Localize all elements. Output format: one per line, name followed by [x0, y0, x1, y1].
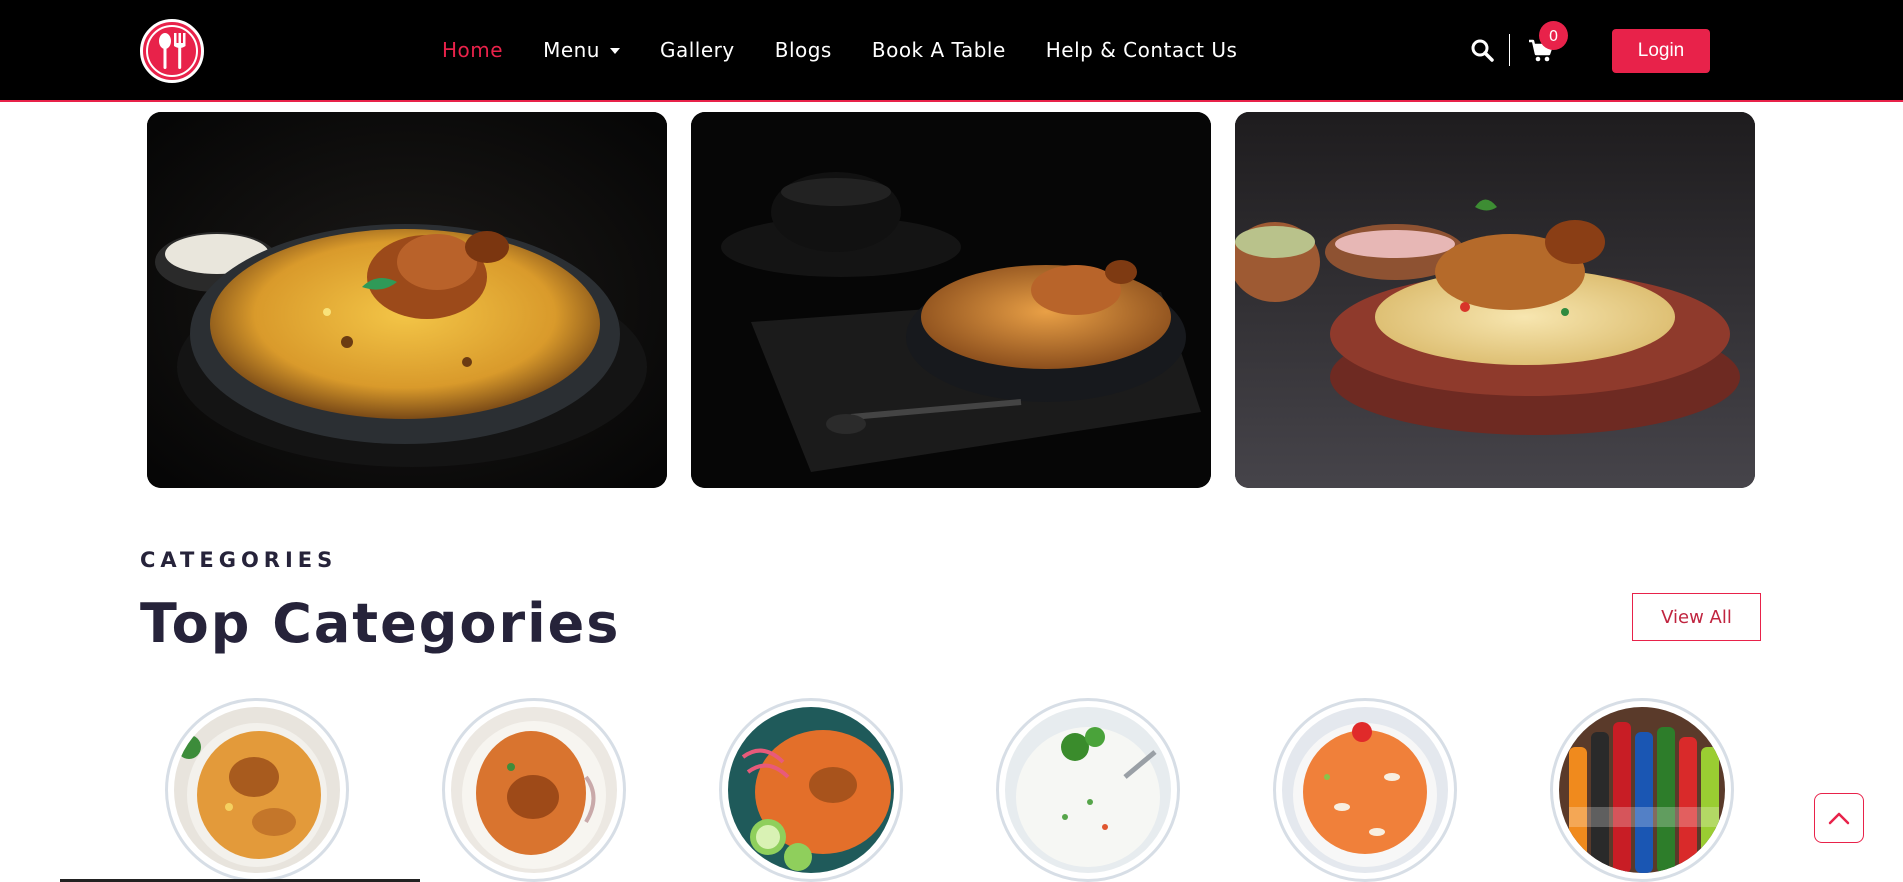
biryani-image [451, 707, 617, 873]
header-divider [1509, 34, 1510, 66]
chevron-up-icon [1828, 812, 1850, 825]
site-header: Home Menu Gallery Blogs Book A Table Hel… [0, 0, 1903, 102]
biryani-clay-dish-image [1235, 112, 1755, 488]
main-nav: Home Menu Gallery Blogs Book A Table Hel… [442, 38, 1277, 62]
logo-icon[interactable] [140, 19, 204, 83]
category-item[interactable] [996, 698, 1180, 882]
category-item[interactable] [165, 698, 349, 882]
nav-blogs[interactable]: Blogs [775, 38, 832, 62]
nav-book-a-table[interactable]: Book A Table [872, 38, 1006, 62]
view-all-button[interactable]: View All [1632, 593, 1761, 641]
scroll-to-top-button[interactable] [1814, 793, 1864, 843]
caret-down-icon [609, 48, 620, 54]
nav-menu[interactable]: Menu [543, 38, 620, 62]
soft-drinks-image [1559, 707, 1725, 873]
search-icon[interactable] [1470, 38, 1494, 62]
category-item[interactable] [719, 698, 903, 882]
biryani-image [174, 707, 340, 873]
biryani-plate-image [147, 112, 667, 488]
section-title: Top Categories [140, 592, 621, 655]
biryani-salad-image [728, 707, 894, 873]
login-button[interactable]: Login [1612, 29, 1710, 73]
raita-image [1005, 707, 1171, 873]
section-eyebrow: CATEGORIES [140, 548, 338, 572]
sweet-rice-image [1282, 707, 1448, 873]
nav-gallery[interactable]: Gallery [660, 38, 735, 62]
cart-count-badge: 0 [1539, 21, 1568, 50]
category-item[interactable] [1550, 698, 1734, 882]
biryani-bowl-image [691, 112, 1211, 488]
category-item[interactable] [1273, 698, 1457, 882]
nav-help-contact[interactable]: Help & Contact Us [1046, 38, 1238, 62]
category-item[interactable] [442, 698, 626, 882]
nav-home[interactable]: Home [442, 38, 503, 62]
